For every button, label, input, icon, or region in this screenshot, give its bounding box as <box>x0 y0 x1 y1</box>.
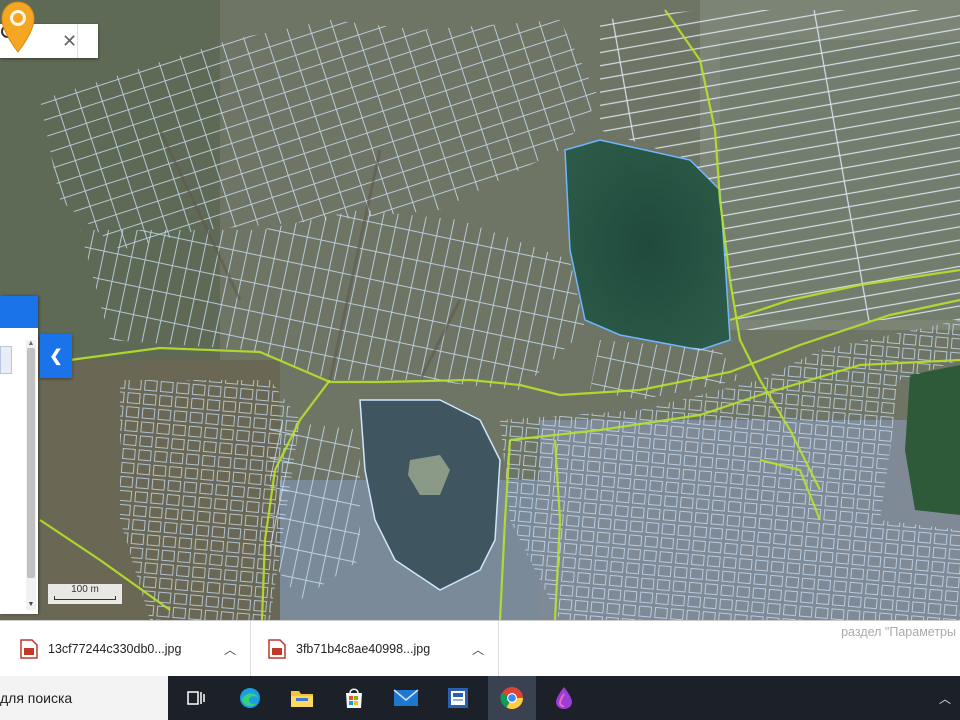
side-panel-list-item[interactable] <box>0 346 12 374</box>
location-pin-icon[interactable] <box>0 0 36 54</box>
chevron-up-icon[interactable]: ︿ <box>218 641 242 658</box>
panel-scrollbar[interactable]: ▲ ▼ <box>26 340 36 610</box>
image-file-icon <box>268 639 286 659</box>
task-view-icon[interactable] <box>172 676 220 720</box>
scrollbar-thumb[interactable] <box>27 348 35 578</box>
download-item[interactable]: 13cf77244c330db0...jpg ︿ <box>20 621 251 677</box>
collapse-panel-button[interactable]: ❮ <box>40 334 72 378</box>
edge-icon[interactable] <box>226 676 274 720</box>
scale-label: 100 m <box>71 584 99 595</box>
satellite-imagery <box>0 0 960 620</box>
scroll-down-icon[interactable]: ▼ <box>26 600 36 610</box>
download-item[interactable]: 3fb71b4c8ae40998...jpg ︿ <box>268 621 499 677</box>
news-app-icon[interactable] <box>434 676 482 720</box>
chrome-icon[interactable] <box>488 676 536 720</box>
paint-drop-icon[interactable] <box>540 676 588 720</box>
map-view[interactable]: ✕ ▲ ▼ ❮ 100 m <box>0 0 960 620</box>
taskbar-search-text: для поиска <box>0 690 73 706</box>
download-shelf: 13cf77244c330db0...jpg ︿ 3fb71b4c8ae4099… <box>0 620 960 677</box>
chevron-up-icon[interactable]: ︿ <box>466 641 490 658</box>
image-file-icon <box>20 639 38 659</box>
taskbar: для поиска ︿ <box>0 676 960 720</box>
mail-icon[interactable] <box>382 676 430 720</box>
close-icon[interactable]: ✕ <box>62 24 77 58</box>
scale-bar: 100 m <box>48 584 122 604</box>
file-explorer-icon[interactable] <box>278 676 326 720</box>
download-filename: 3fb71b4c8ae40998...jpg <box>296 642 431 656</box>
download-hint-text: раздел "Параметры <box>841 625 956 639</box>
search-button[interactable] <box>1 24 98 58</box>
store-icon[interactable] <box>330 676 378 720</box>
download-filename: 13cf77244c330db0...jpg <box>48 642 182 656</box>
taskbar-search[interactable]: для поиска <box>0 676 168 720</box>
scroll-up-icon[interactable]: ▲ <box>26 340 36 348</box>
tray-expand-icon[interactable]: ︿ <box>930 676 960 720</box>
chevron-left-icon: ❮ <box>49 348 63 365</box>
side-panel-header <box>0 296 38 328</box>
scale-line <box>54 596 116 600</box>
side-panel: ▲ ▼ <box>0 296 38 614</box>
